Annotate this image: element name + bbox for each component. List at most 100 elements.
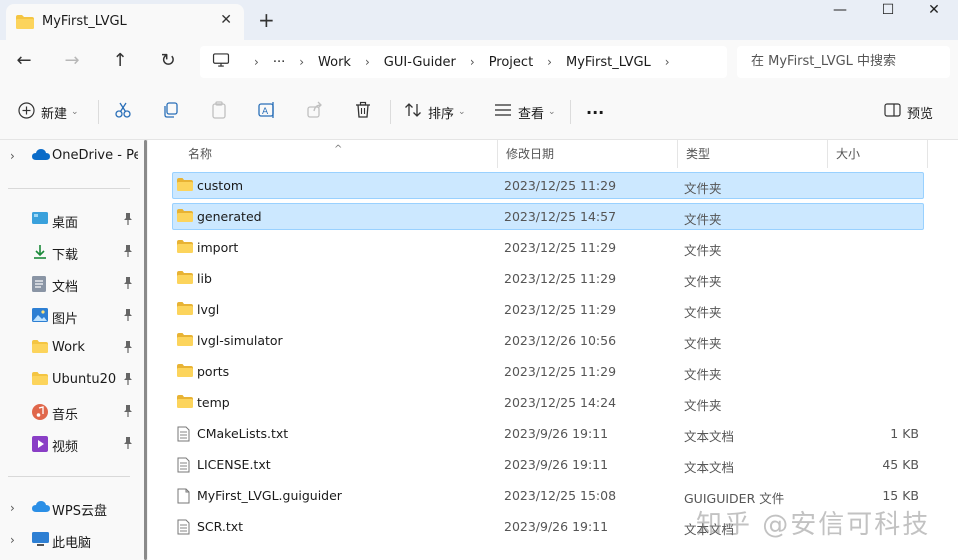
- sidebar-item-this-pc[interactable]: › 此电脑: [0, 526, 142, 554]
- chevron-right-icon: ›: [364, 55, 370, 69]
- file-name: generated: [197, 209, 262, 224]
- breadcrumb-ellipsis[interactable]: ···: [273, 55, 285, 70]
- chevron-right-icon[interactable]: ›: [10, 501, 15, 515]
- pin-icon: [122, 212, 134, 230]
- sidebar-item-videos[interactable]: 视频: [0, 430, 142, 458]
- sidebar-item-work[interactable]: Work: [0, 334, 142, 362]
- cut-button[interactable]: [114, 100, 138, 124]
- column-header-modified[interactable]: 修改日期: [498, 140, 678, 168]
- breadcrumb-gui-guider[interactable]: GUI-Guider: [384, 55, 456, 70]
- sidebar-item-label: OneDrive - Per: [52, 148, 138, 163]
- tab-myfirst-lvgl[interactable]: MyFirst_LVGL ✕: [6, 4, 244, 40]
- pictures-icon: [32, 308, 48, 326]
- forward-button[interactable]: →: [60, 50, 84, 74]
- sidebar-item-onedrive[interactable]: › OneDrive - Per: [0, 142, 142, 170]
- sidebar-item-label: 音乐: [52, 408, 79, 423]
- file-type: 文件夹: [684, 367, 722, 382]
- close-button[interactable]: ✕: [912, 2, 956, 26]
- back-button[interactable]: ←: [12, 50, 36, 74]
- folder-icon: [16, 15, 34, 33]
- column-header-name[interactable]: 名称 ^: [180, 140, 498, 168]
- breadcrumb-work[interactable]: Work: [318, 55, 351, 70]
- sidebar-scrollbar[interactable]: [144, 140, 147, 560]
- chevron-right-icon[interactable]: ›: [10, 533, 15, 547]
- file-type: 文件夹: [684, 181, 722, 196]
- file-type: 文件夹: [684, 274, 722, 289]
- file-row[interactable]: CMakeLists.txt 2023/9/26 19:11 文本文档 1 KB: [172, 420, 924, 447]
- delete-button[interactable]: [354, 100, 378, 124]
- copy-button[interactable]: [162, 100, 186, 124]
- more-options-button[interactable]: ···: [586, 100, 604, 124]
- refresh-button[interactable]: ↻: [156, 50, 180, 74]
- file-type: 文件夹: [684, 398, 722, 413]
- column-header-type[interactable]: 类型: [678, 140, 828, 168]
- sort-icon: [404, 102, 428, 122]
- folder-icon: [177, 209, 193, 226]
- folder-icon: [177, 395, 193, 412]
- divider: [98, 100, 99, 124]
- sidebar-item-label: Work: [52, 340, 85, 355]
- sidebar-item-pictures[interactable]: 图片: [0, 302, 142, 330]
- up-button[interactable]: ↑: [108, 50, 132, 74]
- file-modified-date: 2023/9/26 19:11: [504, 457, 609, 472]
- preview-pane-icon: [884, 103, 907, 121]
- chevron-right-icon[interactable]: ›: [10, 149, 15, 163]
- rename-button[interactable]: A: [258, 100, 282, 124]
- file-type: 文件夹: [684, 243, 722, 258]
- view-button[interactable]: 查看 ⌄: [494, 100, 556, 124]
- tab-close-button[interactable]: ✕: [220, 12, 232, 28]
- chevron-right-icon[interactable]: ›: [665, 55, 670, 69]
- download-icon: [32, 244, 48, 264]
- maximize-button[interactable]: ☐: [866, 2, 910, 26]
- pin-icon: [122, 276, 134, 294]
- chevron-right-icon: ›: [469, 55, 475, 69]
- file-name: LICENSE.txt: [197, 457, 271, 472]
- cloud-icon: [32, 500, 50, 518]
- address-bar[interactable]: › ··· › Work › GUI-Guider › Project › My…: [200, 46, 727, 78]
- share-icon: [306, 101, 330, 123]
- share-button[interactable]: [306, 100, 330, 124]
- file-row[interactable]: lvgl-simulator 2023/12/26 10:56 文件夹: [172, 327, 924, 354]
- sidebar-item-music[interactable]: 音乐: [0, 398, 142, 426]
- file-row[interactable]: temp 2023/12/25 14:24 文件夹: [172, 389, 924, 416]
- sidebar-item-desktop[interactable]: 桌面: [0, 206, 142, 234]
- file-row[interactable]: ports 2023/12/25 11:29 文件夹: [172, 358, 924, 385]
- file-row[interactable]: import 2023/12/25 11:29 文件夹: [172, 234, 924, 261]
- search-input[interactable]: 在 MyFirst_LVGL 中搜索: [737, 46, 950, 78]
- sidebar-item-label: WPS云盘: [52, 504, 107, 519]
- file-row[interactable]: LICENSE.txt 2023/9/26 19:11 文本文档 45 KB: [172, 451, 924, 478]
- chevron-down-icon: ⌄: [458, 107, 466, 117]
- file-size: 1 KB: [890, 426, 919, 441]
- file-type: 文件夹: [684, 305, 722, 320]
- file-modified-date: 2023/12/25 14:24: [504, 395, 617, 410]
- command-bar: 新建 ⌄ A 排序 ⌄ 查看 ⌄ ··· 预览: [0, 84, 958, 140]
- sidebar-item-label: 视频: [52, 440, 79, 455]
- sidebar-item-downloads[interactable]: 下载: [0, 238, 142, 266]
- breadcrumb-myfirst-lvgl[interactable]: MyFirst_LVGL: [566, 55, 651, 70]
- sidebar-item-wps[interactable]: › WPS云盘: [0, 494, 142, 522]
- sidebar-item-documents[interactable]: 文档: [0, 270, 142, 298]
- chevron-right-icon: ›: [547, 55, 552, 69]
- column-header-size[interactable]: 大小: [828, 140, 928, 168]
- file-row[interactable]: lib 2023/12/25 11:29 文件夹: [172, 265, 924, 292]
- pin-icon: [122, 436, 134, 454]
- divider: [570, 100, 571, 124]
- new-tab-button[interactable]: +: [258, 8, 275, 32]
- file-modified-date: 2023/12/25 11:29: [504, 364, 617, 379]
- file-type: 文本文档: [684, 429, 735, 444]
- file-row[interactable]: custom 2023/12/25 11:29 文件夹: [172, 172, 924, 199]
- file-size: 45 KB: [882, 457, 919, 472]
- file-row[interactable]: generated 2023/12/25 14:57 文件夹: [172, 203, 924, 230]
- file-name: ports: [197, 364, 230, 379]
- svg-text:A: A: [262, 107, 269, 117]
- preview-button[interactable]: 预览: [884, 100, 933, 124]
- divider: [8, 188, 130, 189]
- breadcrumb-project[interactable]: Project: [489, 55, 533, 70]
- file-row[interactable]: lvgl 2023/12/25 11:29 文件夹: [172, 296, 924, 323]
- pin-icon: [122, 372, 134, 390]
- sort-button[interactable]: 排序 ⌄: [404, 100, 466, 124]
- sidebar-item-ubuntu20[interactable]: Ubuntu20: [0, 366, 142, 394]
- minimize-button[interactable]: —: [818, 2, 862, 26]
- paste-button[interactable]: [210, 100, 234, 124]
- new-button[interactable]: 新建 ⌄: [18, 100, 79, 124]
